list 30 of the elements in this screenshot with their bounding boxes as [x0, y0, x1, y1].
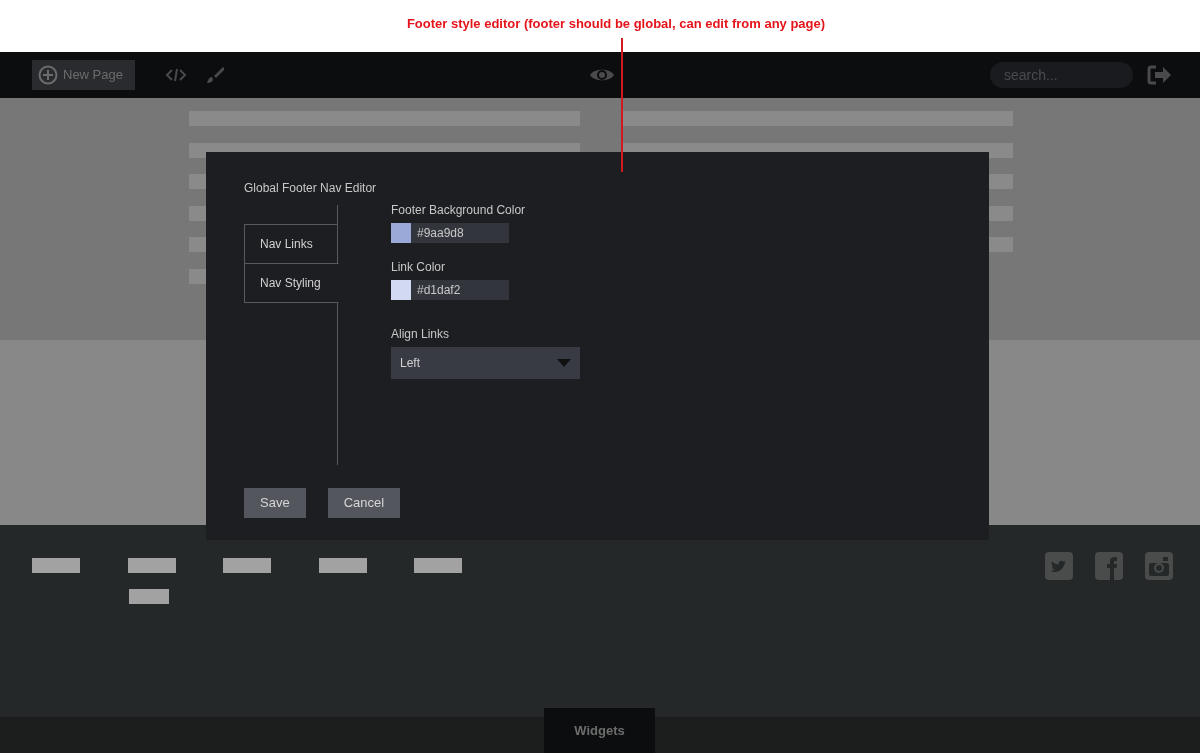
camera-icon: [1145, 552, 1173, 580]
link-placeholder: [127, 558, 176, 573]
field-label: Align Links: [391, 326, 451, 340]
color-input-field[interactable]: #9aa9d8: [391, 223, 509, 243]
nav-tab[interactable]: Nav Styling: [244, 263, 339, 303]
link-placeholder: [128, 589, 169, 604]
dialog-button[interactable]: Save: [244, 488, 306, 518]
field-label: Footer Background Color: [391, 202, 527, 216]
align-dropdown[interactable]: Left: [391, 347, 580, 379]
paintbrush-icon[interactable]: [206, 66, 224, 84]
plus-circle-icon: [38, 65, 58, 85]
code-icon[interactable]: [165, 67, 187, 83]
color-hex-text: #d1daf2: [416, 282, 461, 299]
dialog-title: Global Footer Nav Editor: [244, 180, 378, 193]
link-placeholder: [318, 558, 367, 573]
bird-icon: [1045, 552, 1073, 580]
caret-icon: [557, 359, 571, 367]
dropdown-value: Left: [400, 355, 420, 372]
link-placeholder: [223, 558, 271, 573]
logout-icon[interactable]: [1147, 65, 1172, 85]
widgets-tab[interactable]: Widgets: [544, 708, 655, 753]
link-placeholder: [414, 558, 462, 573]
dialog-button[interactable]: Cancel: [327, 488, 401, 518]
color-input-field[interactable]: #d1daf2: [391, 280, 509, 300]
nav-tab[interactable]: Nav Links: [244, 224, 338, 264]
color-hex-text: #9aa9d8: [416, 225, 464, 242]
letter-f-icon: [1095, 552, 1123, 580]
field-label: Link Color: [391, 259, 447, 273]
link-placeholder: [32, 558, 80, 573]
annotation-text: Footer style editor (footer should be global, can edit from any page): [406, 15, 826, 31]
